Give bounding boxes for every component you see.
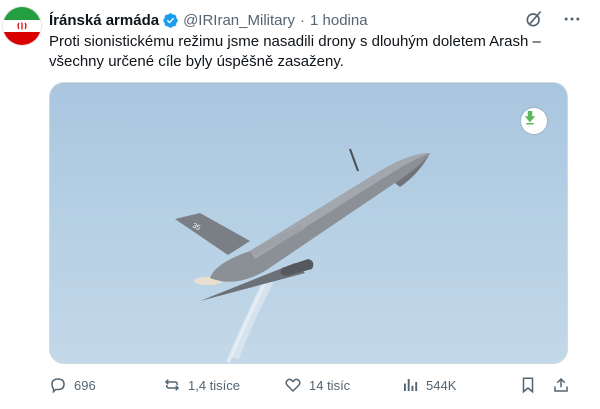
- reply-button[interactable]: 696: [49, 376, 96, 394]
- like-button[interactable]: 14 tisíc: [284, 376, 350, 394]
- more-options-icon[interactable]: [562, 9, 582, 29]
- repost-count: 1,4 tisíce: [188, 377, 241, 393]
- grok-icon[interactable]: [524, 9, 544, 29]
- header-separator: ·: [300, 11, 305, 29]
- author-name[interactable]: Íránská armáda: [49, 12, 159, 29]
- views-count: 544K: [426, 377, 457, 393]
- author-handle[interactable]: @IRIran_Military: [183, 12, 295, 29]
- iran-flag-icon: [3, 7, 41, 45]
- views-icon: [404, 379, 418, 391]
- bookmark-icon: [522, 377, 534, 394]
- share-button[interactable]: [552, 376, 570, 394]
- tweet-actions: 696 1,4 tisíce 14 tisíc 544K: [49, 374, 579, 396]
- avatar[interactable]: [2, 6, 42, 46]
- tweet-text: Proti sionistickému režimu jsme nasadili…: [49, 33, 541, 70]
- reply-count: 696: [74, 377, 96, 393]
- drone-image: 35: [175, 148, 430, 363]
- views-button[interactable]: 544K: [401, 376, 456, 394]
- like-count: 14 tisíc: [309, 377, 351, 393]
- share-icon: [554, 377, 568, 392]
- download-arrow-icon: [524, 111, 536, 125]
- repost-icon: [164, 379, 180, 391]
- timestamp[interactable]: 1 hodina: [310, 12, 368, 29]
- reply-icon: [51, 378, 65, 394]
- verified-badge-icon: [162, 12, 179, 29]
- repost-button[interactable]: 1,4 tisíce: [163, 376, 240, 394]
- tweet-top-icons: [524, 9, 582, 29]
- bookmark-button[interactable]: [519, 376, 537, 394]
- media-download-badge[interactable]: [521, 108, 547, 134]
- tweet-header: Íránská armáda @IRIran_Military · 1 hodi…: [49, 10, 368, 30]
- tweet-image[interactable]: 35: [49, 82, 568, 364]
- heart-icon: [285, 378, 301, 393]
